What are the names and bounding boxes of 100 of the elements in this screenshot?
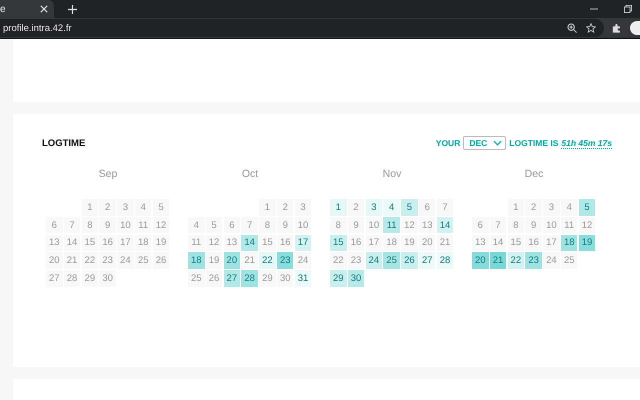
day-cell: 19: [578, 234, 596, 252]
day-cell: 3: [294, 199, 312, 216]
restore-icon[interactable]: [624, 5, 632, 13]
day-cell: 10: [543, 216, 560, 234]
day-cell: 15: [330, 234, 346, 252]
day-cell: 8: [508, 216, 524, 234]
day-cell: 14: [64, 234, 80, 252]
day-cell: 9: [525, 216, 542, 234]
day-cell: 16: [348, 234, 364, 252]
day-cell: 23: [99, 252, 116, 269]
puzzle-icon[interactable]: [612, 23, 622, 33]
day-cell: 14: [241, 234, 258, 252]
day-cell: 22: [508, 252, 524, 269]
day-cell: 23: [276, 252, 294, 269]
day-cell: 12: [401, 216, 418, 234]
day-cell: 6: [472, 216, 488, 234]
day-cell: 7: [64, 216, 80, 234]
day-cell: 4: [560, 199, 578, 216]
day-cell: 4: [383, 199, 400, 216]
day-cell: 24: [543, 252, 560, 269]
day-cell: 15: [508, 234, 524, 252]
day-cell: 16: [525, 234, 542, 252]
day-cell: 20: [472, 252, 488, 269]
day-cell: 26: [206, 270, 222, 287]
day-cell: 12: [206, 234, 222, 252]
day-cell: 20: [224, 252, 240, 269]
day-cell: 12: [578, 216, 596, 234]
browser-tab[interactable]: e: [0, 0, 54, 18]
day-cell: 1: [259, 199, 276, 216]
day-cell: 18: [383, 234, 400, 252]
day-cell: 2: [525, 199, 542, 216]
close-icon[interactable]: [40, 5, 48, 13]
star-icon[interactable]: [586, 23, 596, 33]
day-cell: 24: [366, 252, 382, 269]
day-cell: 20: [418, 234, 436, 252]
month-name: Nov: [382, 168, 402, 180]
zoom-icon[interactable]: [567, 23, 577, 33]
day-cell: 27: [46, 270, 62, 287]
day-cell: 7: [436, 199, 454, 216]
day-cell: 9: [276, 216, 294, 234]
day-cell: 19: [206, 252, 222, 269]
day-cell: 18: [134, 234, 152, 252]
day-cell: 14: [490, 234, 506, 252]
day-cell: 27: [418, 252, 436, 269]
day-cell: 21: [241, 252, 258, 269]
day-cell: 7: [241, 216, 258, 234]
day-cell: 25: [383, 252, 400, 269]
day-cell: 6: [224, 216, 240, 234]
day-cell: 30: [99, 270, 116, 287]
day-cell: 23: [525, 252, 542, 269]
tab-title: e: [0, 4, 6, 14]
day-cell: 13: [472, 234, 488, 252]
day-cell: 2: [276, 199, 294, 216]
day-cell: 18: [560, 234, 578, 252]
day-cell: 4: [188, 216, 204, 234]
day-cell: 23: [348, 252, 364, 269]
day-cell: 29: [259, 270, 276, 287]
day-cell: 10: [117, 216, 134, 234]
day-cell: 10: [294, 216, 312, 234]
day-cell: 8: [330, 216, 346, 234]
day-cell: 13: [224, 234, 240, 252]
summary-label: LOGTIME IS: [509, 138, 558, 148]
address-bar[interactable]: profile.intra.42.fr: [0, 19, 604, 37]
day-cell: 15: [82, 234, 98, 252]
avatar[interactable]: [630, 21, 640, 35]
day-cell: 12: [152, 216, 170, 234]
day-cell: 28: [241, 270, 258, 287]
day-cell: 30: [276, 270, 294, 287]
day-cell: 11: [134, 216, 152, 234]
day-cell: 17: [543, 234, 560, 252]
day-cell: 5: [401, 199, 418, 216]
day-cell: 30: [348, 270, 364, 287]
day-cell: 4: [134, 199, 152, 216]
day-cell: 11: [383, 216, 400, 234]
day-cell: 27: [224, 270, 240, 287]
day-cell: 3: [117, 199, 134, 216]
day-cell: 21: [436, 234, 454, 252]
day-cell: 19: [401, 234, 418, 252]
day-cell: 1: [330, 199, 346, 216]
total-time: 51h 45m 17s: [561, 138, 612, 148]
day-cell: 11: [560, 216, 578, 234]
day-cell: 3: [543, 199, 560, 216]
day-cell: 5: [152, 199, 170, 216]
day-cell: 2: [99, 199, 116, 216]
new-tab-icon[interactable]: [68, 4, 77, 14]
day-cell: 7: [490, 216, 506, 234]
day-cell: 1: [508, 199, 524, 216]
day-cell: 8: [82, 216, 98, 234]
day-cell: 29: [330, 270, 346, 287]
day-cell: 24: [294, 252, 312, 269]
day-cell: 10: [366, 216, 382, 234]
day-cell: 19: [152, 234, 170, 252]
month-name: Dec: [524, 168, 544, 180]
day-cell: 21: [490, 252, 506, 269]
day-cell: 25: [560, 252, 578, 269]
day-cell: 11: [188, 234, 204, 252]
day-cell: 22: [259, 252, 276, 269]
day-cell: 26: [401, 252, 418, 269]
month-name: Oct: [240, 168, 260, 180]
day-cell: 17: [294, 234, 312, 252]
